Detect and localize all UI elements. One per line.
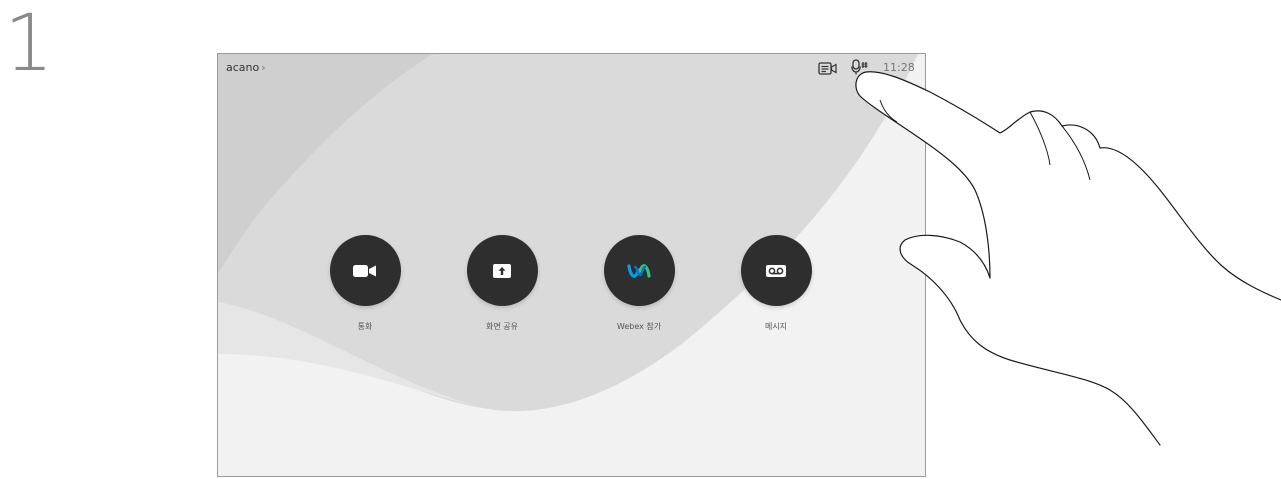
- messages-button[interactable]: 메시지: [731, 235, 821, 332]
- touch-panel-screen: acano › 11:28 통화 화면 공유 Webex 참가 메시지: [217, 53, 926, 477]
- video-camera-icon: [353, 264, 376, 277]
- messages-button-circle[interactable]: [740, 235, 812, 306]
- step-number: 1: [4, 0, 54, 89]
- call-button[interactable]: 통화: [320, 235, 410, 332]
- messages-label: 메시지: [764, 322, 788, 331]
- share-screen-button-circle[interactable]: [466, 235, 538, 306]
- voicemail-icon: [766, 264, 786, 277]
- call-label: 통화: [357, 322, 373, 331]
- join-webex-button[interactable]: Webex 참가: [594, 235, 684, 332]
- share-screen-label: 화면 공유: [486, 322, 518, 331]
- join-webex-button-circle[interactable]: [603, 235, 675, 306]
- join-webex-label: Webex 참가: [616, 322, 662, 331]
- home-actions: 통화 화면 공유 Webex 참가 메시지: [218, 54, 925, 476]
- call-button-circle[interactable]: [329, 235, 401, 306]
- share-screen-button[interactable]: 화면 공유: [457, 235, 547, 332]
- instruction-figure: 1 acano › 11:28 통화 화면 공유 Webex 참가 메시지: [0, 0, 1281, 479]
- webex-logo-icon: [627, 263, 651, 278]
- share-screen-icon: [493, 263, 511, 278]
